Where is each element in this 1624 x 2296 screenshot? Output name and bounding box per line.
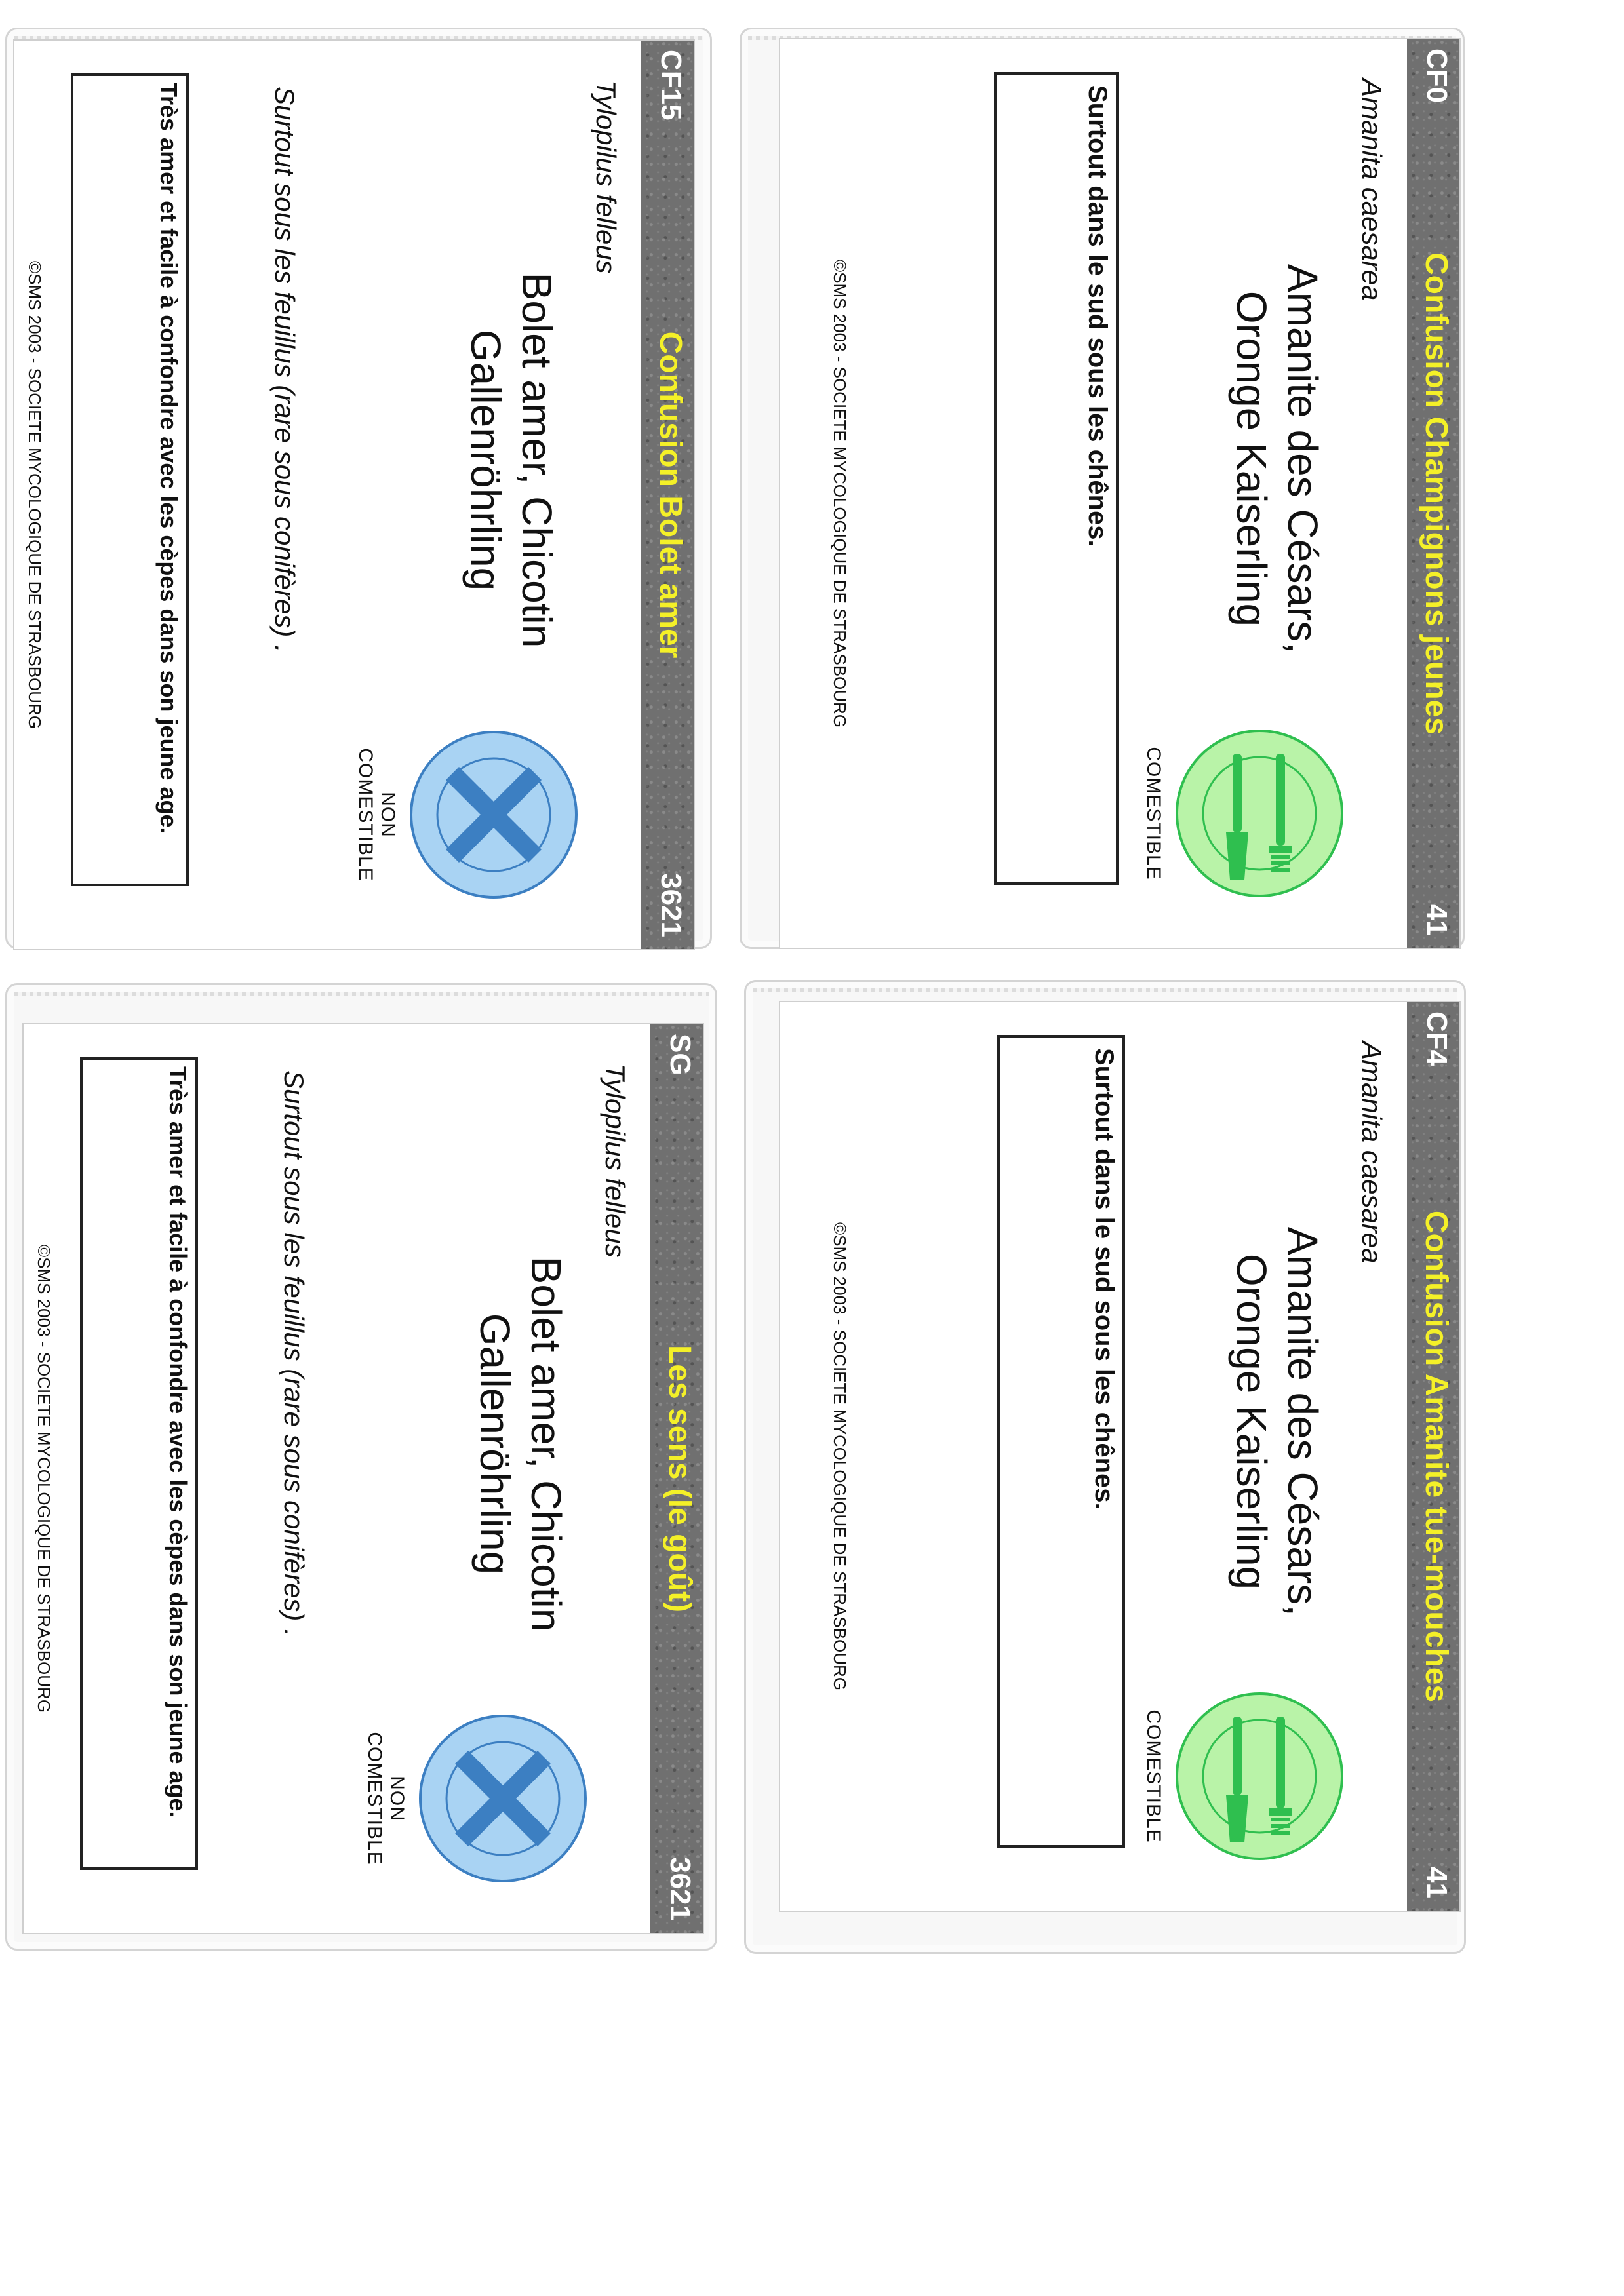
- notes-box: Très amer et facile à confondre avec les…: [71, 73, 189, 886]
- plate-fork-knife-icon: [1171, 1688, 1348, 1865]
- verdict-label: NON COMESTIBLE: [355, 748, 399, 882]
- card-title: Confusion Amanite tue-mouches: [1419, 1210, 1454, 1703]
- card-number: 41: [1421, 1867, 1453, 1899]
- habitat-text: Surtout sous les feuillus (rare sous con…: [269, 87, 300, 653]
- card-number: 41: [1421, 904, 1453, 936]
- latin-name: Amanita caesarea: [1357, 1041, 1387, 1264]
- plate-cross-icon: [405, 726, 582, 903]
- card-cf15: CF15 Confusion Bolet amer 3621 Tylopilus…: [13, 39, 695, 950]
- card-cf0: CF0 Confusion Champignons jeunes 41 Aman…: [779, 38, 1461, 949]
- copyright: ©SMS 2003 - SOCIETE MYCOLOGIQUE DE STRAS…: [34, 1244, 54, 1713]
- common-name: Bolet amer, Chicotin Gallenröhrling: [462, 272, 561, 648]
- notes-box: Très amer et facile à confondre avec les…: [80, 1057, 198, 1870]
- copyright: ©SMS 2003 - SOCIETE MYCOLOGIQUE DE STRAS…: [25, 260, 45, 730]
- plate-fork-knife-icon: [1171, 725, 1348, 902]
- verdict-label: COMESTIBLE: [1143, 1709, 1164, 1843]
- latin-name: Amanita caesarea: [1357, 79, 1387, 301]
- card-header-band: CF0 Confusion Champignons jeunes 41: [1407, 39, 1459, 948]
- card-number: 3621: [655, 873, 687, 937]
- verdict-label: COMESTIBLE: [1143, 747, 1164, 880]
- notes-box: [994, 72, 1119, 885]
- card-header-band: CF4 Confusion Amanite tue-mouches 41: [1407, 1002, 1459, 1911]
- card-cf4: CF4 Confusion Amanite tue-mouches 41 Ama…: [779, 1001, 1461, 1912]
- card-header-band: CF15 Confusion Bolet amer 3621: [641, 41, 694, 949]
- card-title: Les sens (le goût): [662, 1344, 697, 1613]
- verdict-label: NON COMESTIBLE: [364, 1732, 408, 1865]
- copyright: ©SMS 2003 - SOCIETE MYCOLOGIQUE DE STRAS…: [830, 1222, 850, 1691]
- card-number: 3621: [664, 1857, 696, 1921]
- copyright: ©SMS 2003 - SOCIETE MYCOLOGIQUE DE STRAS…: [830, 259, 850, 728]
- card-title: Confusion Bolet amer: [653, 331, 688, 659]
- plate-cross-icon: [414, 1710, 591, 1887]
- common-name: Amanite des Césars, Oronge Kaiserling: [1228, 263, 1326, 654]
- latin-name: Tylopilus felleus: [591, 80, 622, 274]
- card-sg: SG Les sens (le goût) 3621 Tylopilus fel…: [22, 1023, 704, 1934]
- habitat-text: Surtout sous les feuillus (rare sous con…: [279, 1070, 309, 1637]
- latin-name: Tylopilus felleus: [600, 1064, 631, 1258]
- card-title: Confusion Champignons jeunes: [1419, 252, 1454, 735]
- common-name: Amanite des Césars, Oronge Kaiserling: [1228, 1226, 1326, 1617]
- notes-box: [997, 1035, 1125, 1848]
- card-header-band: SG Les sens (le goût) 3621: [650, 1024, 703, 1933]
- common-name: Bolet amer, Chicotin Gallenröhrling: [471, 1256, 570, 1632]
